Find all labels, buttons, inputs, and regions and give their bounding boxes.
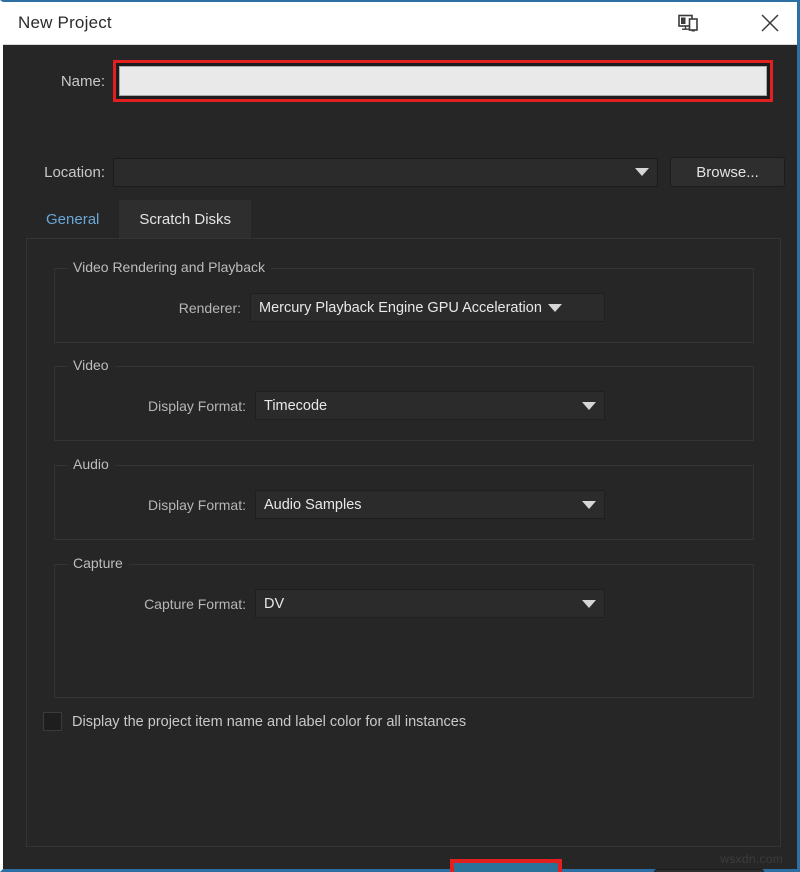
chevron-down-icon	[582, 600, 596, 608]
browse-button[interactable]: Browse...	[670, 157, 785, 187]
new-project-dialog: New Project Name:	[0, 0, 800, 872]
ok-button-highlight: OK	[450, 859, 562, 872]
audio-display-format-row: Display Format: Audio Samples	[130, 490, 605, 519]
group-title-video-rendering: Video Rendering and Playback	[67, 259, 271, 275]
chevron-down-icon	[582, 402, 596, 410]
location-dropdown[interactable]	[113, 158, 658, 187]
chevron-down-icon	[582, 501, 596, 509]
capture-format-dropdown[interactable]: DV	[255, 589, 605, 618]
video-display-format-label: Display Format:	[130, 398, 255, 414]
tab-scratch-disks[interactable]: Scratch Disks	[119, 200, 251, 238]
audio-display-format-label: Display Format:	[130, 497, 255, 513]
title-bar: New Project	[3, 2, 797, 45]
name-input[interactable]	[119, 66, 767, 96]
general-tab-panel: Video Rendering and Playback Renderer: M…	[26, 238, 781, 847]
renderer-value: Mercury Playback Engine GPU Acceleration	[259, 300, 542, 316]
monitor-settings-icon[interactable]	[671, 6, 705, 40]
capture-format-label: Capture Format:	[130, 596, 255, 612]
group-audio: Audio Display Format: Audio Samples	[54, 465, 754, 540]
group-title-capture: Capture	[67, 555, 129, 571]
renderer-row: Renderer: Mercury Playback Engine GPU Ac…	[160, 293, 605, 322]
group-video-rendering-and-playback: Video Rendering and Playback Renderer: M…	[54, 268, 754, 343]
renderer-dropdown[interactable]: Mercury Playback Engine GPU Acceleration	[250, 293, 605, 322]
capture-format-value: DV	[264, 596, 582, 612]
renderer-label: Renderer:	[160, 300, 250, 316]
name-row: Name:	[3, 58, 797, 104]
audio-display-format-dropdown[interactable]: Audio Samples	[255, 490, 605, 519]
video-display-format-row: Display Format: Timecode	[130, 391, 605, 420]
ok-button[interactable]: OK	[454, 863, 558, 872]
dialog-body: Name: Location: Browse... General Scratc…	[3, 45, 797, 869]
video-display-format-dropdown[interactable]: Timecode	[255, 391, 605, 420]
group-title-audio: Audio	[67, 456, 115, 472]
display-instances-row[interactable]: Display the project item name and label …	[43, 712, 466, 731]
location-label: Location:	[3, 164, 113, 181]
video-display-format-value: Timecode	[264, 398, 582, 414]
close-icon[interactable]	[747, 2, 793, 44]
watermark: wsxdn.com	[720, 852, 783, 866]
chevron-down-icon	[548, 304, 562, 312]
chevron-down-icon	[635, 168, 649, 176]
group-title-video: Video	[67, 357, 115, 373]
group-capture: Capture Capture Format: DV	[54, 564, 754, 698]
display-instances-label: Display the project item name and label …	[72, 714, 466, 730]
display-instances-checkbox[interactable]	[43, 712, 62, 731]
tab-strip: General Scratch Disks	[26, 200, 251, 238]
location-row: Location: Browse...	[3, 157, 797, 187]
group-video: Video Display Format: Timecode	[54, 366, 754, 441]
audio-display-format-value: Audio Samples	[264, 497, 582, 513]
tab-general[interactable]: General	[26, 200, 119, 238]
name-field-highlight	[113, 60, 773, 102]
name-label: Name:	[3, 73, 113, 90]
capture-format-row: Capture Format: DV	[130, 589, 605, 618]
page-title: New Project	[18, 13, 112, 33]
footer-buttons: OK Cancel	[3, 853, 797, 872]
